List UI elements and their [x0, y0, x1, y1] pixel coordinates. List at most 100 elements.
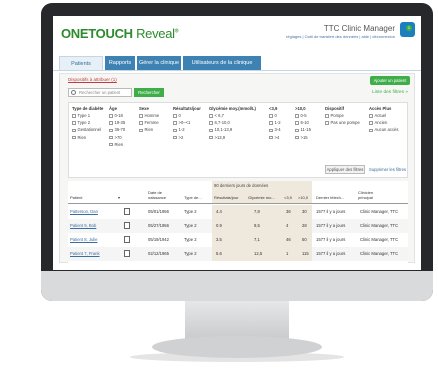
checkbox[interactable]: [139, 128, 143, 133]
checkbox[interactable]: [269, 114, 273, 118]
filter-option[interactable]: Pompe: [325, 113, 360, 120]
col-header-birth[interactable]: Date de naissance: [148, 190, 166, 200]
checkbox[interactable]: [369, 121, 373, 125]
checkbox[interactable]: [173, 128, 177, 133]
filter-option[interactable]: 36-70: [109, 127, 125, 134]
checkbox[interactable]: [295, 135, 299, 140]
tab-patients[interactable]: Patients: [59, 56, 103, 70]
filters-list-link[interactable]: Liste des filtres »: [372, 90, 408, 95]
checkbox[interactable]: [109, 135, 113, 140]
checkbox[interactable]: [173, 121, 177, 125]
filter-option[interactable]: Rien: [139, 127, 159, 134]
filter-option[interactable]: 10,1-13,9: [209, 127, 256, 134]
patient-name-link[interactable]: Patient 9, Bob: [70, 219, 96, 233]
col-header-sort[interactable]: ▾: [118, 195, 120, 200]
patient-name-link[interactable]: Patterson, Dan: [70, 205, 98, 219]
document-icon[interactable]: [124, 236, 130, 243]
col-header-below-3-9[interactable]: <3,9: [284, 195, 292, 200]
checkbox[interactable]: [269, 128, 273, 133]
col-header-patient[interactable]: Patient: [70, 195, 82, 200]
filter-option[interactable]: 1-2: [173, 127, 201, 134]
filter-option[interactable]: Rien: [109, 142, 125, 149]
checkbox[interactable]: [295, 114, 299, 118]
checkbox[interactable]: [72, 135, 76, 140]
checkbox[interactable]: [369, 128, 373, 133]
checkbox[interactable]: [209, 114, 213, 118]
clear-filters-link[interactable]: Supprimer les filtres: [369, 167, 406, 172]
filter-option[interactable]: 0: [173, 113, 201, 120]
filter-option[interactable]: 0-5: [295, 113, 311, 120]
tab-clinic-users[interactable]: Utilisateurs de la clinique: [183, 56, 261, 70]
checkbox[interactable]: [173, 135, 177, 140]
filter-option[interactable]: 19-35: [109, 120, 125, 127]
checkbox[interactable]: [109, 114, 113, 118]
col-header-type[interactable]: Type de...: [184, 195, 202, 200]
filter-option[interactable]: >0–<1: [173, 120, 201, 127]
filter-option[interactable]: 0: [269, 113, 281, 120]
notification-icon[interactable]: 1: [400, 22, 415, 37]
filter-option[interactable]: Aucun accès: [369, 127, 398, 134]
tab-manage-clinic[interactable]: Gérer la clinique: [137, 56, 181, 70]
checkbox[interactable]: [209, 121, 213, 125]
search-button[interactable]: Rechercher: [134, 88, 164, 97]
checkbox[interactable]: [109, 142, 113, 147]
checkbox[interactable]: [369, 114, 373, 118]
col-header-clinician[interactable]: Clinicien principal: [358, 190, 373, 200]
filter-option[interactable]: 6,7-10,0: [209, 120, 256, 127]
checkbox[interactable]: [269, 135, 273, 140]
filter-option[interactable]: Femme: [139, 120, 159, 127]
document-icon[interactable]: [124, 208, 130, 215]
filter-option[interactable]: 1-2: [269, 120, 281, 127]
col-header-glycemia[interactable]: Glycémie mo...: [248, 195, 275, 200]
filter-option[interactable]: < 6,7: [209, 113, 256, 120]
filter-option[interactable]: Type 2: [72, 120, 103, 127]
col-header-above-10[interactable]: >10,0: [298, 195, 308, 200]
filter-option[interactable]: Pas une pompe: [325, 120, 360, 127]
add-patient-button[interactable]: Ajouter un patient: [370, 76, 410, 85]
filter-option[interactable]: >70: [109, 135, 125, 142]
checkbox[interactable]: [209, 135, 213, 140]
filter-option[interactable]: 3-4: [269, 127, 281, 134]
filter-option[interactable]: Homme: [139, 113, 159, 120]
checkbox[interactable]: [173, 114, 177, 118]
filter-option[interactable]: Gestationnel: [72, 127, 103, 134]
apply-filters-button[interactable]: Appliquer des filtres: [325, 165, 365, 174]
patient-name-link[interactable]: Patient 7, Frank: [70, 247, 100, 261]
checkbox[interactable]: [109, 121, 113, 125]
filter-option[interactable]: 11-15: [295, 127, 311, 134]
document-icon[interactable]: [124, 222, 130, 229]
filter-option[interactable]: >13,9: [209, 135, 256, 142]
checkbox[interactable]: [295, 128, 299, 133]
filter-option[interactable]: >2: [173, 135, 201, 142]
header-links[interactable]: réglages | Outil de transfert des donnée…: [286, 34, 395, 39]
checkbox[interactable]: [72, 114, 76, 118]
search-input[interactable]: Rechercher un patient: [68, 88, 132, 97]
filter-option[interactable]: Type 1: [72, 113, 103, 120]
checkbox[interactable]: [325, 121, 329, 125]
filter-option[interactable]: Actuel: [369, 113, 398, 120]
checkbox[interactable]: [72, 121, 76, 125]
filter-option[interactable]: >4: [269, 135, 281, 142]
document-icon[interactable]: [124, 250, 130, 257]
checkbox[interactable]: [209, 128, 213, 133]
devices-alert-link[interactable]: Dispositifs à attribuer (1): [68, 77, 117, 82]
checkbox[interactable]: [269, 121, 273, 125]
table-row[interactable]: Patterson, Dan 05/01/1956 Type 2 4.4 7,8…: [68, 205, 408, 219]
filter-option[interactable]: Ancien: [369, 120, 398, 127]
filter-option[interactable]: >15: [295, 135, 311, 142]
patient-name-link[interactable]: Patient 8, Julie: [70, 233, 97, 247]
checkbox[interactable]: [295, 121, 299, 125]
checkbox[interactable]: [139, 114, 143, 118]
checkbox[interactable]: [72, 128, 76, 133]
filter-option[interactable]: 0-18: [109, 113, 125, 120]
table-row[interactable]: Patient 8, Julie 05/19/1942 Type 2 3.5 7…: [68, 233, 408, 247]
tab-reports[interactable]: Rapports: [105, 56, 135, 70]
col-header-last-sync[interactable]: Dernier télech...: [316, 195, 344, 200]
table-row[interactable]: Patient 9, Bob 05/27/1956 Type 2 0.9 9,5…: [68, 219, 408, 233]
col-header-results[interactable]: Résultats/jour: [214, 195, 238, 200]
checkbox[interactable]: [139, 121, 143, 125]
filter-option[interactable]: 6-10: [295, 120, 311, 127]
checkbox[interactable]: [325, 114, 329, 118]
filter-option[interactable]: Rien: [72, 135, 103, 142]
checkbox[interactable]: [109, 128, 113, 133]
